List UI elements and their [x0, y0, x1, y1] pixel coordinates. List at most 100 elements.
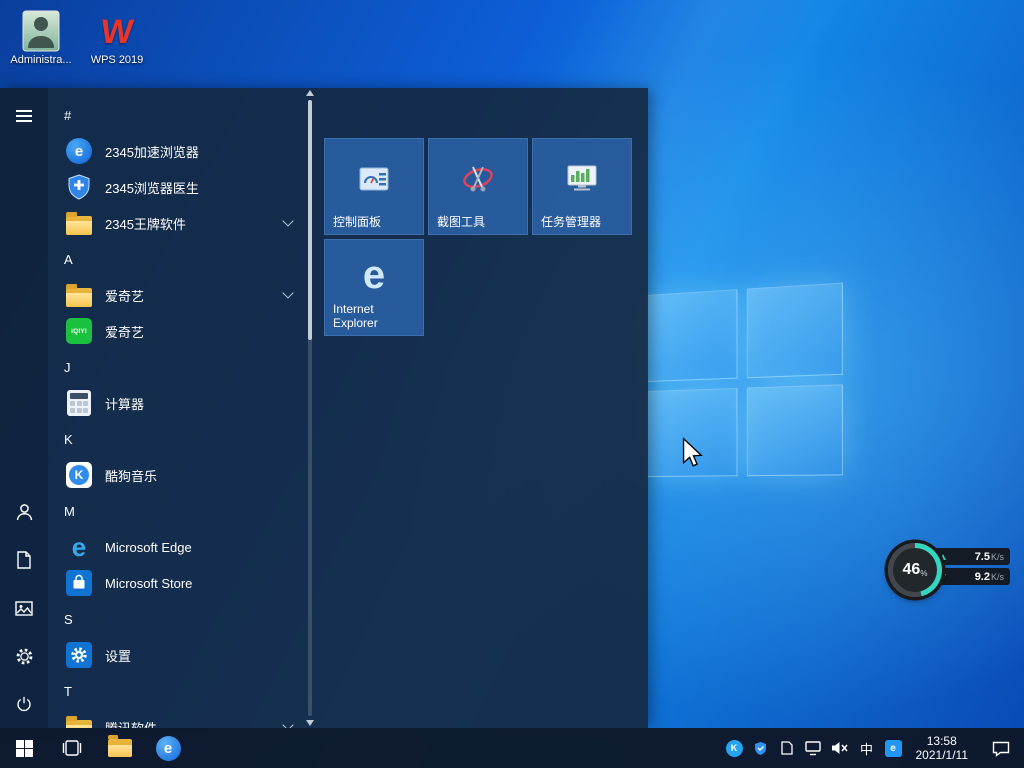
usage-percent-gauge[interactable]: 46 % — [888, 543, 942, 597]
document-icon — [16, 551, 32, 569]
app-label: 酷狗音乐 — [105, 466, 157, 485]
user-account-button[interactable] — [0, 488, 48, 536]
power-button[interactable] — [0, 680, 48, 728]
app-list-header-j[interactable]: J — [64, 349, 320, 385]
usage-percent-unit: % — [920, 569, 927, 578]
tile-internet-explorer[interactable]: e Internet Explorer — [324, 239, 424, 336]
tile-task-manager[interactable]: 任务管理器 — [532, 138, 632, 235]
documents-button[interactable] — [0, 536, 48, 584]
start-button[interactable] — [0, 728, 48, 768]
windows-logo-pane — [746, 384, 843, 476]
chevron-down-icon[interactable] — [282, 287, 293, 298]
wps-icon: W — [79, 8, 155, 52]
app-list-item-iqiyi-folder[interactable]: 爱奇艺 — [64, 277, 320, 313]
clock-date: 2021/1/11 — [916, 748, 969, 762]
internet-explorer-icon: e — [363, 255, 385, 295]
app-list-item-2345-speed-browser[interactable]: e 2345加速浏览器 — [64, 133, 320, 169]
app-label: 计算器 — [105, 394, 144, 413]
speed-rows: 7.5 K/s 9.2 K/s — [934, 548, 1010, 588]
file-explorer-button[interactable] — [96, 728, 144, 768]
tray-input-method-indicator[interactable]: 中 — [859, 735, 875, 761]
hamburger-icon — [16, 110, 32, 122]
task-view-button[interactable] — [48, 728, 96, 768]
folder-icon — [64, 208, 94, 238]
shield-icon — [64, 172, 94, 202]
folder-icon — [64, 280, 94, 310]
app-label: 2345王牌软件 — [105, 214, 186, 233]
folder-icon — [108, 739, 132, 757]
snipping-tool-icon — [460, 162, 496, 196]
app-list-header-s[interactable]: S — [64, 601, 320, 637]
app-list-header-a[interactable]: A — [64, 241, 320, 277]
app-list-scrollbar[interactable] — [306, 90, 314, 726]
rail-bottom-group — [0, 488, 48, 728]
store-icon — [64, 568, 94, 598]
system-tray: K — [726, 728, 1024, 768]
tray-volume-muted-icon[interactable] — [831, 735, 849, 761]
action-center-button[interactable] — [982, 728, 1020, 768]
start-menu-rail — [0, 88, 48, 728]
app-list-header-t[interactable]: T — [64, 673, 320, 709]
task-view-icon — [62, 740, 82, 756]
calculator-icon — [64, 388, 94, 418]
network-speed-widget[interactable]: 7.5 K/s 9.2 K/s 46 % — [888, 543, 1012, 601]
windows-start-icon — [16, 740, 33, 757]
tile-label: Internet Explorer — [333, 302, 419, 330]
pictures-button[interactable] — [0, 584, 48, 632]
app-label: 设置 — [105, 646, 131, 665]
app-list-item-settings[interactable]: 设置 — [64, 637, 320, 673]
windows-logo-pane — [646, 289, 737, 381]
upload-speed-unit: K/s — [991, 552, 1004, 562]
scrollbar-thumb[interactable] — [308, 100, 312, 340]
taskbar-clock[interactable]: 13:58 2021/1/11 — [912, 734, 973, 762]
tile-control-panel[interactable]: 控制面板 — [324, 138, 424, 235]
app-list-item-tencent-software-folder[interactable]: 腾讯软件 — [64, 709, 320, 728]
scrollbar-down-icon[interactable] — [306, 720, 314, 726]
scrollbar-up-icon[interactable] — [306, 90, 314, 96]
settings-gear-icon — [64, 640, 94, 670]
app-list-item-kugou-music[interactable]: K 酷狗音乐 — [64, 457, 320, 493]
user-icon — [16, 503, 33, 521]
desktop-icon-label: Administra... — [3, 54, 79, 67]
upload-arrow-icon — [940, 554, 946, 560]
tray-kugou-icon[interactable]: K — [726, 735, 743, 761]
desktop-icon-administrator[interactable]: Administra... — [3, 8, 79, 67]
browser-circle-icon: e — [64, 136, 94, 166]
folder-icon — [64, 712, 94, 728]
hamburger-menu-button[interactable] — [0, 92, 48, 140]
app-label: Microsoft Edge — [105, 540, 192, 555]
app-list-item-calculator[interactable]: 计算器 — [64, 385, 320, 421]
desktop-icon-wps-2019[interactable]: W WPS 2019 — [79, 8, 155, 67]
action-center-icon — [992, 740, 1010, 757]
app-list-item-iqiyi[interactable]: iQIYI 爱奇艺 — [64, 313, 320, 349]
settings-button[interactable] — [0, 632, 48, 680]
mouse-cursor — [681, 437, 703, 469]
app-list-item-microsoft-edge[interactable]: e Microsoft Edge — [64, 529, 320, 565]
gear-icon — [15, 647, 34, 666]
app-label: 2345浏览器医生 — [105, 178, 199, 197]
app-list-header-m[interactable]: M — [64, 493, 320, 529]
download-speed-unit: K/s — [991, 572, 1004, 582]
app-list-item-microsoft-store[interactable]: Microsoft Store — [64, 565, 320, 601]
tile-label: 控制面板 — [333, 215, 419, 229]
start-menu-app-list: # e 2345加速浏览器 2345浏览器医生 — [48, 88, 320, 728]
usage-percent-value: 46 — [903, 561, 921, 579]
app-list-item-2345-browser-doctor[interactable]: 2345浏览器医生 — [64, 169, 320, 205]
app-list-header-k[interactable]: K — [64, 421, 320, 457]
tray-shield-icon[interactable] — [753, 735, 769, 761]
start-menu: # e 2345加速浏览器 2345浏览器医生 — [0, 88, 648, 728]
task-manager-icon — [564, 162, 600, 196]
app-list-item-2345-software-folder[interactable]: 2345王牌软件 — [64, 205, 320, 241]
tray-document-icon[interactable] — [779, 735, 795, 761]
start-menu-tiles: 控制面板 截图工具 — [324, 138, 632, 336]
windows-logo-pane — [746, 283, 843, 378]
tray-network-icon[interactable] — [805, 735, 821, 761]
browser-button[interactable]: e — [144, 728, 192, 768]
app-list-header-hash[interactable]: # — [64, 97, 320, 133]
browser-circle-icon: e — [156, 736, 181, 761]
tile-snipping-tool[interactable]: 截图工具 — [428, 138, 528, 235]
taskbar: e K — [0, 728, 1024, 768]
chevron-down-icon[interactable] — [282, 719, 293, 728]
tray-browser-icon[interactable]: e — [885, 735, 902, 761]
chevron-down-icon[interactable] — [282, 215, 293, 226]
